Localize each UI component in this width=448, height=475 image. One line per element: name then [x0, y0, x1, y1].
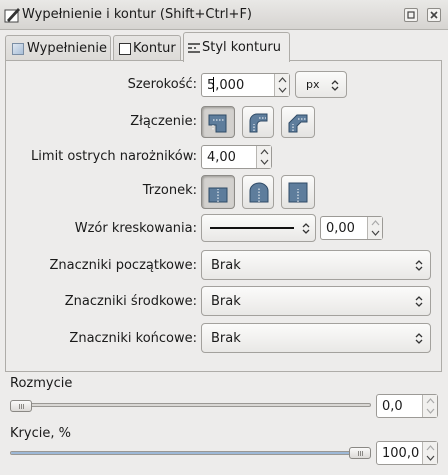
- width-stepper[interactable]: [274, 74, 289, 96]
- miter-limit-stepper[interactable]: [256, 146, 271, 168]
- mid-markers-select[interactable]: Brak: [201, 286, 431, 316]
- blur-value: 0,0: [382, 399, 403, 414]
- blur-slider-thumb[interactable]: [10, 400, 32, 412]
- round-cap-button[interactable]: [242, 175, 274, 209]
- solid-dash-preview: [210, 227, 294, 229]
- mid-markers-value: Brak: [211, 294, 241, 309]
- miter-limit-value: 4,00: [207, 150, 236, 165]
- opacity-spinbox[interactable]: 100,0: [376, 441, 438, 465]
- chevron-updown-icon: [302, 223, 310, 234]
- end-markers-label: Znaczniki końcowe:: [69, 331, 197, 346]
- tab-stroke-paint[interactable]: Kontur: [113, 35, 181, 61]
- blur-stepper[interactable]: [422, 395, 437, 417]
- opacity-label: Krycie, %: [10, 426, 71, 441]
- fill-swatch-icon: [12, 43, 24, 55]
- miter-join-button[interactable]: [201, 106, 235, 138]
- title-bar: Wypełnienie i kontur (Shift+Ctrl+F): [0, 0, 448, 30]
- start-markers-select[interactable]: Brak: [201, 250, 431, 280]
- tab-fill[interactable]: Wypełnienie: [5, 35, 111, 61]
- stepper-arrows-icon: [260, 149, 269, 165]
- stroke-swatch-icon: [119, 43, 131, 55]
- dash-offset-spinbox[interactable]: 0,00: [320, 216, 383, 240]
- stepper-arrows-icon: [371, 220, 380, 236]
- restore-icon: [407, 11, 415, 19]
- dash-pattern-select[interactable]: [201, 214, 316, 242]
- chevron-updown-icon: [415, 333, 423, 344]
- unit-value: px: [306, 78, 320, 91]
- tab-stroke-paint-label: Kontur: [133, 41, 176, 56]
- start-markers-label: Znaczniki początkowe:: [49, 258, 197, 273]
- end-markers-select[interactable]: Brak: [201, 323, 431, 353]
- restore-window-button[interactable]: [404, 8, 418, 22]
- opacity-value: 100,0: [382, 446, 420, 461]
- chevron-updown-icon: [415, 296, 423, 307]
- blur-label: Rozmycie: [10, 376, 73, 391]
- mid-markers-label: Znaczniki środkowe:: [64, 294, 197, 309]
- opacity-slider-thumb[interactable]: [349, 447, 371, 459]
- tab-stroke-style[interactable]: Styl konturu: [183, 32, 290, 62]
- dash-offset-stepper[interactable]: [367, 217, 382, 239]
- bevel-join-button[interactable]: [281, 106, 315, 138]
- window-title: Wypełnienie i kontur (Shift+Ctrl+F): [22, 7, 252, 22]
- miter-join-icon: [208, 114, 227, 133]
- opacity-stepper[interactable]: [422, 442, 437, 464]
- close-icon: [430, 11, 438, 19]
- stepper-arrows-icon: [426, 445, 435, 461]
- start-markers-value: Brak: [211, 258, 241, 273]
- blur-spinbox[interactable]: 0,0: [376, 394, 438, 418]
- unit-select[interactable]: px: [295, 71, 347, 98]
- chevron-updown-icon: [415, 260, 423, 271]
- cap-label: Trzonek:: [142, 183, 197, 198]
- width-spinbox[interactable]: 5,000: [201, 73, 290, 97]
- width-label: Szerokość:: [127, 77, 197, 92]
- stroke-style-icon: [188, 43, 200, 53]
- bevel-join-icon: [288, 114, 308, 133]
- stepper-arrows-icon: [426, 398, 435, 414]
- square-cap-icon: [288, 182, 308, 203]
- blur-slider-track[interactable]: [10, 403, 371, 407]
- round-cap-icon: [249, 182, 269, 203]
- round-join-button[interactable]: [242, 106, 274, 138]
- join-label: Złączenie:: [130, 114, 197, 129]
- chevron-updown-icon: [331, 80, 339, 91]
- stepper-arrows-icon: [278, 77, 287, 93]
- butt-cap-icon: [208, 187, 228, 203]
- butt-cap-button[interactable]: [201, 175, 235, 209]
- text-cursor: [213, 77, 214, 92]
- square-cap-button[interactable]: [281, 175, 315, 209]
- miter-limit-spinbox[interactable]: 4,00: [201, 145, 272, 169]
- tab-fill-label: Wypełnienie: [27, 41, 107, 56]
- round-join-icon: [249, 113, 268, 133]
- end-markers-value: Brak: [211, 331, 241, 346]
- dash-offset-value: 0,00: [326, 221, 355, 236]
- dash-label: Wzór kreskowania:: [74, 221, 197, 236]
- close-window-button[interactable]: [427, 8, 441, 22]
- fill-stroke-app-icon: [4, 8, 20, 23]
- miter-limit-label: Limit ostrych narożników:: [31, 149, 197, 164]
- tab-stroke-style-label: Styl konturu: [202, 40, 281, 55]
- opacity-slider-track[interactable]: [10, 451, 371, 455]
- opacity-slider-fill: [11, 452, 361, 454]
